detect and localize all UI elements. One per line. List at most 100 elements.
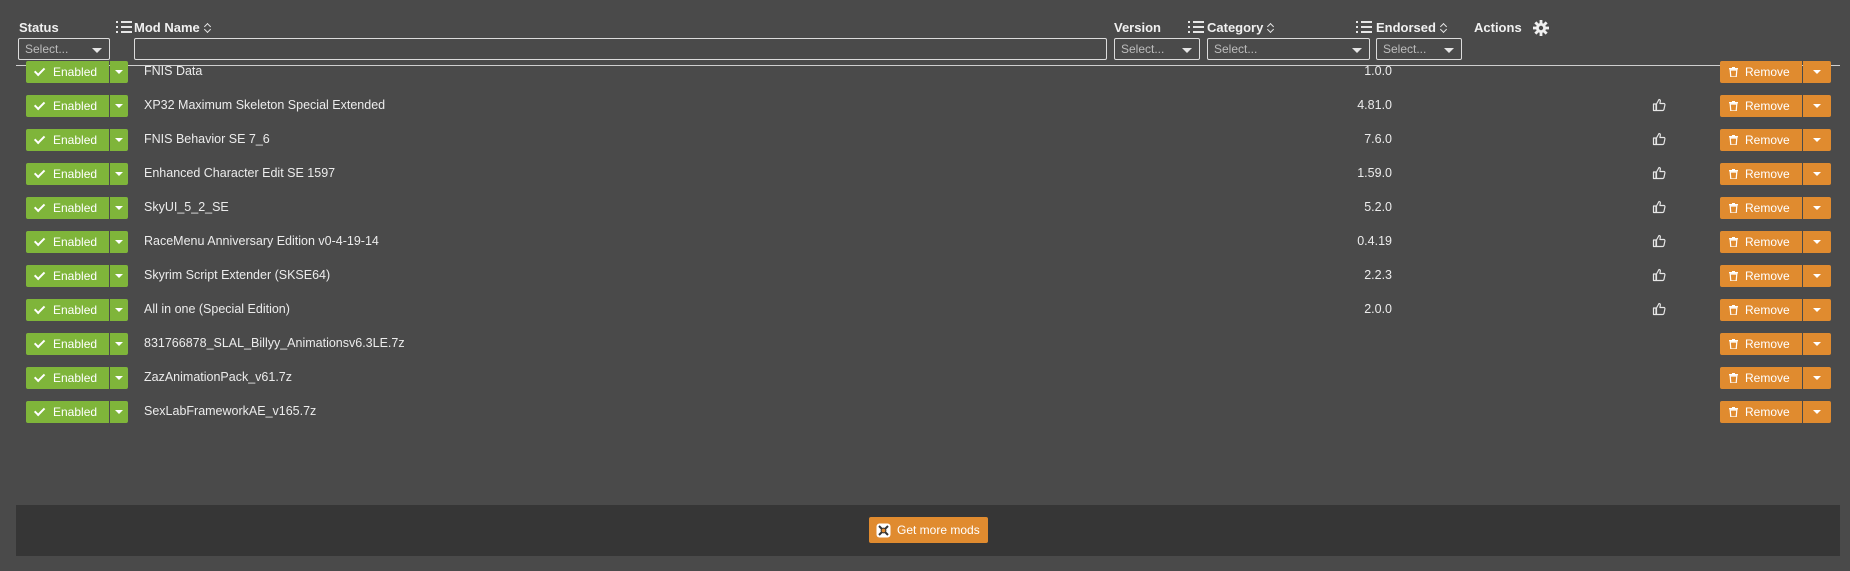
- remove-button[interactable]: Remove: [1720, 95, 1802, 117]
- chevron-down-icon: [1813, 138, 1821, 142]
- thumbs-up-icon[interactable]: [1652, 132, 1666, 146]
- mod-name[interactable]: 831766878_SLAL_Billyy_Animationsv6.3LE.7…: [144, 336, 405, 350]
- remove-label: Remove: [1745, 303, 1790, 317]
- mod-name[interactable]: SkyUI_5_2_SE: [144, 200, 229, 214]
- thumbs-up-icon[interactable]: [1652, 302, 1666, 316]
- category-header[interactable]: Category: [1207, 20, 1275, 35]
- status-dropdown-button[interactable]: [110, 333, 128, 355]
- list-icon[interactable]: [116, 20, 132, 34]
- thumbs-up-icon[interactable]: [1652, 166, 1666, 180]
- status-dropdown-button[interactable]: [110, 61, 128, 83]
- mod-name[interactable]: SexLabFrameworkAE_v165.7z: [144, 404, 316, 418]
- remove-button-group: Remove: [1720, 265, 1831, 287]
- remove-button[interactable]: Remove: [1720, 129, 1802, 151]
- check-icon: [33, 64, 46, 77]
- check-icon: [33, 336, 46, 349]
- enabled-button[interactable]: Enabled: [26, 367, 109, 389]
- status-dropdown-button[interactable]: [110, 231, 128, 253]
- trash-icon: [1729, 339, 1738, 349]
- get-more-mods-button[interactable]: Get more mods: [869, 517, 988, 543]
- remove-button[interactable]: Remove: [1720, 231, 1802, 253]
- mod-name-header[interactable]: Mod Name: [134, 20, 212, 35]
- table-row: Enabled SexLabFrameworkAE_v165.7z Remove: [16, 392, 1840, 432]
- gear-icon[interactable]: [1533, 20, 1549, 36]
- remove-button[interactable]: Remove: [1720, 265, 1802, 287]
- status-dropdown-button[interactable]: [110, 197, 128, 219]
- status-dropdown-button[interactable]: [110, 299, 128, 321]
- enabled-button[interactable]: Enabled: [26, 401, 109, 423]
- list-icon[interactable]: [1356, 20, 1372, 34]
- status-dropdown-button[interactable]: [110, 163, 128, 185]
- list-icon[interactable]: [1188, 20, 1204, 34]
- trash-icon: [1729, 203, 1738, 213]
- mod-name[interactable]: FNIS Behavior SE 7_6: [144, 132, 270, 146]
- mod-name[interactable]: RaceMenu Anniversary Edition v0-4-19-14: [144, 234, 379, 248]
- enabled-button[interactable]: Enabled: [26, 163, 109, 185]
- chevron-down-icon: [1813, 376, 1821, 380]
- remove-dropdown-button[interactable]: [1803, 401, 1831, 423]
- status-dropdown-button[interactable]: [110, 401, 128, 423]
- remove-button[interactable]: Remove: [1720, 197, 1802, 219]
- sort-icon: [1267, 22, 1275, 34]
- remove-label: Remove: [1745, 235, 1790, 249]
- remove-button[interactable]: Remove: [1720, 163, 1802, 185]
- enabled-button[interactable]: Enabled: [26, 197, 109, 219]
- thumbs-up-icon[interactable]: [1652, 234, 1666, 248]
- remove-button[interactable]: Remove: [1720, 401, 1802, 423]
- remove-dropdown-button[interactable]: [1803, 129, 1831, 151]
- status-dropdown-button[interactable]: [110, 265, 128, 287]
- mod-version: 5.2.0: [1364, 200, 1392, 214]
- mod-name[interactable]: FNIS Data: [144, 64, 202, 78]
- status-label: Enabled: [53, 269, 98, 283]
- enabled-button[interactable]: Enabled: [26, 95, 109, 117]
- mod-name[interactable]: Skyrim Script Extender (SKSE64): [144, 268, 330, 282]
- remove-button-group: Remove: [1720, 333, 1831, 355]
- status-header-label: Status: [19, 20, 59, 35]
- thumbs-up-icon[interactable]: [1652, 200, 1666, 214]
- chevron-down-icon: [115, 308, 123, 312]
- remove-label: Remove: [1745, 133, 1790, 147]
- remove-dropdown-button[interactable]: [1803, 367, 1831, 389]
- remove-dropdown-button[interactable]: [1803, 265, 1831, 287]
- remove-label: Remove: [1745, 405, 1790, 419]
- remove-dropdown-button[interactable]: [1803, 299, 1831, 321]
- remove-button[interactable]: Remove: [1720, 367, 1802, 389]
- mod-name[interactable]: XP32 Maximum Skeleton Special Extended: [144, 98, 385, 112]
- nexus-icon: [876, 523, 891, 537]
- status-toggle: Enabled: [26, 401, 128, 423]
- mod-name[interactable]: Enhanced Character Edit SE 1597: [144, 166, 335, 180]
- mod-version: 2.0.0: [1364, 302, 1392, 316]
- remove-button[interactable]: Remove: [1720, 299, 1802, 321]
- status-dropdown-button[interactable]: [110, 129, 128, 151]
- thumbs-up-icon[interactable]: [1652, 98, 1666, 112]
- enabled-button[interactable]: Enabled: [26, 299, 109, 321]
- status-dropdown-button[interactable]: [110, 95, 128, 117]
- remove-dropdown-button[interactable]: [1803, 231, 1831, 253]
- remove-dropdown-button[interactable]: [1803, 333, 1831, 355]
- remove-dropdown-button[interactable]: [1803, 61, 1831, 83]
- remove-dropdown-button[interactable]: [1803, 95, 1831, 117]
- enabled-button[interactable]: Enabled: [26, 61, 109, 83]
- enabled-button[interactable]: Enabled: [26, 231, 109, 253]
- mod-name[interactable]: All in one (Special Edition): [144, 302, 290, 316]
- remove-button[interactable]: Remove: [1720, 61, 1802, 83]
- enabled-button[interactable]: Enabled: [26, 265, 109, 287]
- check-icon: [33, 200, 46, 213]
- status-dropdown-button[interactable]: [110, 367, 128, 389]
- chevron-down-icon: [1813, 410, 1821, 414]
- trash-icon: [1729, 373, 1738, 383]
- enabled-button[interactable]: Enabled: [26, 333, 109, 355]
- remove-button[interactable]: Remove: [1720, 333, 1802, 355]
- chevron-down-icon: [115, 274, 123, 278]
- sort-icon: [204, 22, 212, 34]
- remove-dropdown-button[interactable]: [1803, 197, 1831, 219]
- endorsed-header[interactable]: Endorsed: [1376, 20, 1448, 35]
- remove-label: Remove: [1745, 65, 1790, 79]
- thumbs-up-icon[interactable]: [1652, 268, 1666, 282]
- remove-button-group: Remove: [1720, 367, 1831, 389]
- enabled-button[interactable]: Enabled: [26, 129, 109, 151]
- mod-name[interactable]: ZazAnimationPack_v61.7z: [144, 370, 292, 384]
- chevron-down-icon: [1813, 206, 1821, 210]
- chevron-down-icon: [115, 172, 123, 176]
- remove-dropdown-button[interactable]: [1803, 163, 1831, 185]
